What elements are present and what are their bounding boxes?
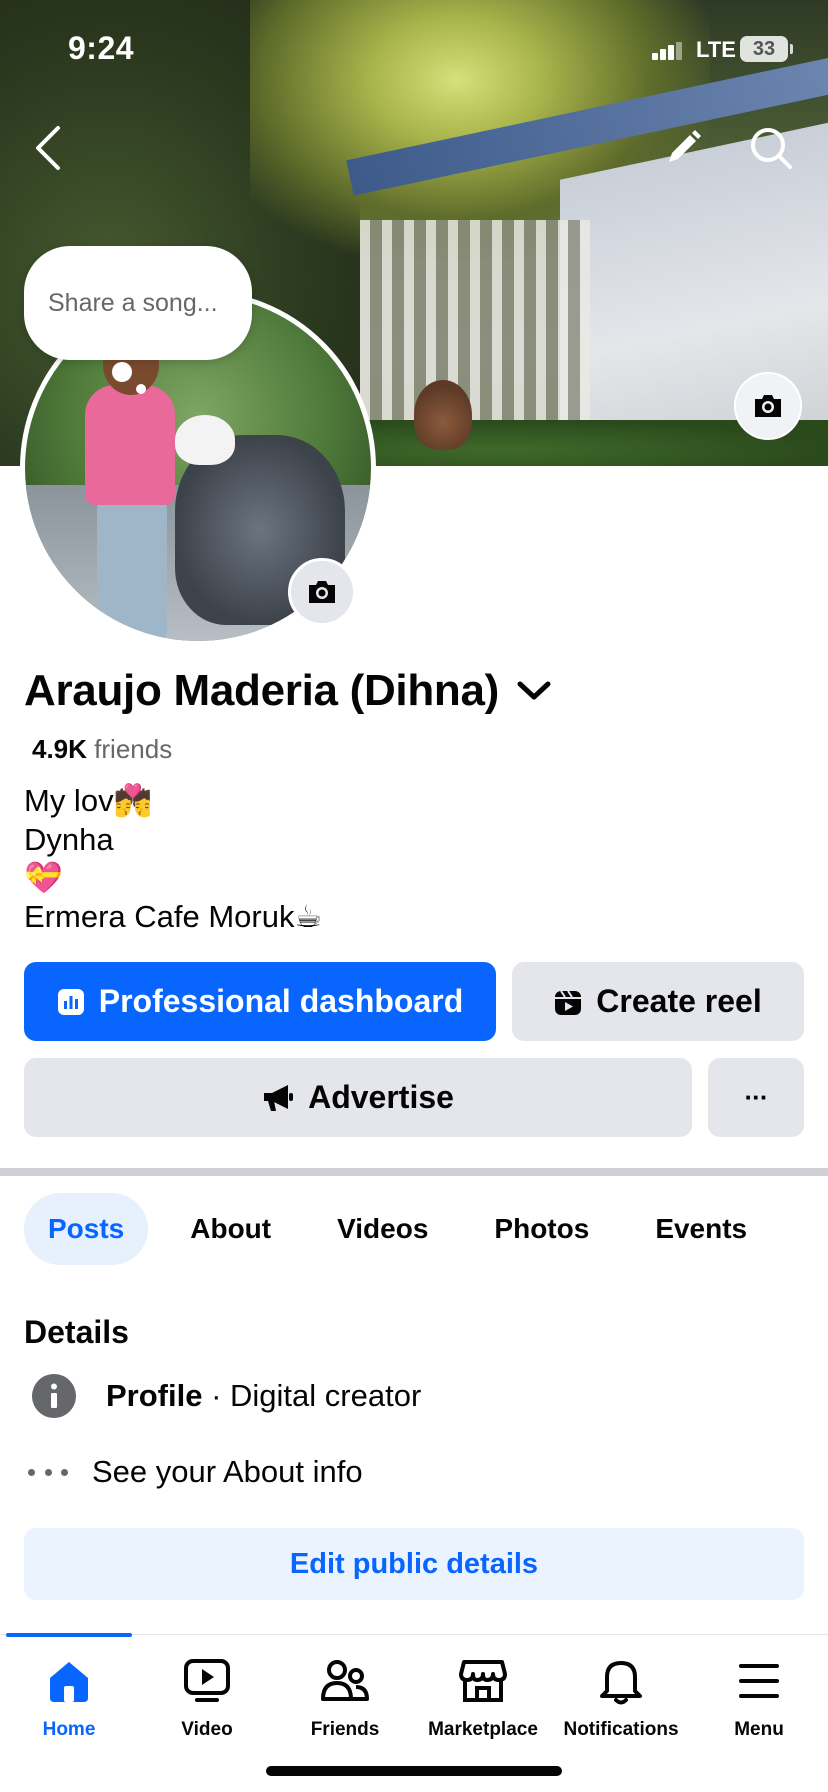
- signal-icon: [652, 42, 682, 60]
- details-heading: Details: [24, 1314, 129, 1350]
- network-label: LTE: [696, 37, 736, 62]
- search-icon: [751, 128, 792, 169]
- profile-category-label: Profile: [106, 1378, 203, 1413]
- more-dots-icon: [28, 1468, 68, 1476]
- edit-public-details-button[interactable]: Edit public details: [24, 1528, 804, 1600]
- back-icon: [36, 126, 60, 170]
- home-indicator: [266, 1766, 562, 1776]
- cover-camera-button[interactable]: [734, 372, 802, 440]
- professional-dashboard-label: Professional dashboard: [98, 983, 464, 1019]
- dashboard-chart-icon: [57, 988, 84, 1015]
- camera-icon: [309, 581, 335, 603]
- avatar-person-legs: [97, 500, 167, 640]
- more-options-button[interactable]: ···: [708, 1058, 804, 1137]
- avatar-person-shirt: [85, 385, 175, 505]
- nav-video[interactable]: Video: [138, 1655, 276, 1741]
- tab-photos[interactable]: Photos: [470, 1193, 613, 1265]
- professional-dashboard-button[interactable]: Professional dashboard: [24, 962, 496, 1041]
- reel-icon: [555, 989, 582, 1015]
- edit-profile-button[interactable]: [655, 120, 711, 176]
- marketplace-icon: [457, 1655, 509, 1707]
- profile-name: Araujo Maderia (Dihna): [24, 666, 500, 715]
- nav-marketplace[interactable]: Marketplace: [414, 1655, 552, 1741]
- video-icon: [181, 1655, 233, 1707]
- nav-menu-label: Menu: [734, 1719, 784, 1740]
- chevron-down-icon[interactable]: [517, 680, 551, 702]
- profile-category-value: Digital creator: [230, 1378, 422, 1413]
- create-reel-button[interactable]: Create reel: [512, 962, 804, 1041]
- cover-person: [414, 380, 472, 450]
- camera-icon: [755, 395, 781, 417]
- friends-icon: [319, 1655, 371, 1707]
- share-song-bubble[interactable]: Share a song...: [24, 246, 252, 394]
- nav-active-indicator: [6, 1633, 132, 1637]
- more-dots-icon: ···: [744, 1082, 769, 1112]
- tab-videos[interactable]: Videos: [313, 1193, 452, 1265]
- status-bar: 9:24 LTE 33: [0, 0, 828, 96]
- avatar-camera-button[interactable]: [288, 558, 356, 626]
- create-reel-label: Create reel: [596, 983, 762, 1019]
- friends-count-value: 4.9K: [32, 734, 87, 764]
- avatar-helmet: [175, 415, 235, 465]
- profile-category-separator: ·: [202, 1378, 231, 1413]
- advertise-label: Advertise: [308, 1079, 454, 1115]
- bio-line: Ermera Cafe Moruk☕: [24, 898, 323, 934]
- section-divider: [0, 1168, 828, 1176]
- nav-notifications[interactable]: Notifications: [552, 1655, 690, 1741]
- status-time: 9:24: [68, 30, 135, 66]
- nav-home-label: Home: [42, 1719, 96, 1740]
- nav-video-label: Video: [181, 1719, 233, 1740]
- friends-label: friends: [94, 734, 173, 764]
- tab-posts[interactable]: Posts: [24, 1193, 149, 1265]
- search-button[interactable]: [743, 120, 799, 176]
- megaphone-icon: [264, 1084, 294, 1111]
- profile-bio: My lov💏 Dynha 💝 Ermera Cafe Moruk☕: [24, 782, 322, 936]
- bio-line: 💝: [24, 860, 63, 895]
- bio-line: Dynha: [24, 821, 114, 857]
- advertise-button[interactable]: Advertise: [24, 1058, 692, 1137]
- nav-home[interactable]: Home: [0, 1655, 138, 1741]
- friends-count[interactable]: 4.9K friends: [32, 734, 172, 765]
- profile-name-row[interactable]: Araujo Maderia (Dihna): [24, 666, 551, 716]
- bio-line: My lov💏: [24, 783, 153, 818]
- edit-public-details-label: Edit public details: [289, 1547, 539, 1580]
- edit-pencil-icon: [669, 130, 701, 162]
- battery-icon: 33: [740, 36, 793, 62]
- info-icon: [32, 1374, 76, 1418]
- see-about-row[interactable]: See your About info: [24, 1454, 363, 1490]
- home-icon: [43, 1655, 95, 1707]
- nav-marketplace-label: Marketplace: [428, 1719, 538, 1740]
- share-song-text: Share a song...: [48, 288, 218, 317]
- tab-about[interactable]: About: [166, 1193, 295, 1265]
- nav-friends-label: Friends: [310, 1719, 380, 1740]
- profile-tabs: Posts About Videos Photos Events: [24, 1193, 789, 1265]
- see-about-label: See your About info: [92, 1454, 363, 1489]
- profile-category-row: Profile · Digital creator: [24, 1374, 421, 1418]
- bell-icon: [595, 1655, 647, 1707]
- cover-fence: [360, 220, 590, 450]
- menu-icon: [733, 1655, 785, 1707]
- back-button[interactable]: [20, 120, 76, 176]
- nav-notifications-label: Notifications: [563, 1719, 679, 1740]
- tab-events[interactable]: Events: [631, 1193, 771, 1265]
- nav-menu[interactable]: Menu: [690, 1655, 828, 1741]
- nav-friends[interactable]: Friends: [276, 1655, 414, 1741]
